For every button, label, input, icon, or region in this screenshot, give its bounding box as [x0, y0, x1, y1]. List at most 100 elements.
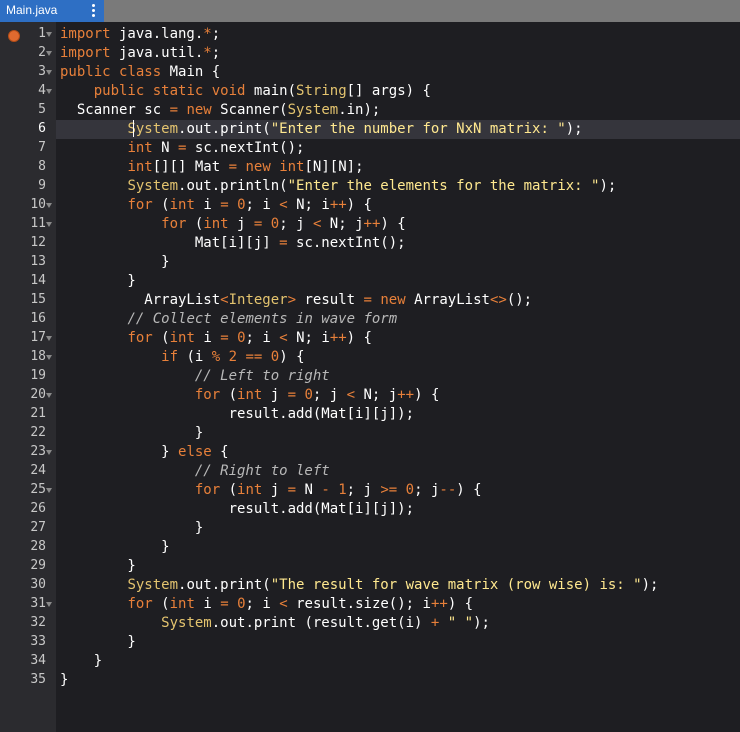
- fold-arrow-icon[interactable]: [46, 203, 52, 208]
- gutter-line[interactable]: 15: [0, 291, 56, 310]
- code-line[interactable]: }: [56, 519, 740, 538]
- gutter-line[interactable]: 23: [0, 443, 56, 462]
- gutter-line[interactable]: 26: [0, 500, 56, 519]
- fold-arrow-icon[interactable]: [46, 32, 52, 37]
- gutter-line[interactable]: 32: [0, 614, 56, 633]
- code-line[interactable]: System.out.print("The result for wave ma…: [56, 576, 740, 595]
- code-line[interactable]: } else {: [56, 443, 740, 462]
- gutter-line[interactable]: 28: [0, 538, 56, 557]
- code-line[interactable]: for (int j = N - 1; j >= 0; j--) {: [56, 481, 740, 500]
- gutter-line[interactable]: 6: [0, 120, 56, 139]
- code-line[interactable]: System.out.println("Enter the elements f…: [56, 177, 740, 196]
- fold-arrow-icon[interactable]: [46, 450, 52, 455]
- gutter-line[interactable]: 17: [0, 329, 56, 348]
- code-line[interactable]: }: [56, 538, 740, 557]
- gutter-line[interactable]: 30: [0, 576, 56, 595]
- code-line[interactable]: }: [56, 272, 740, 291]
- code-line[interactable]: if (i % 2 == 0) {: [56, 348, 740, 367]
- line-number: 6: [38, 121, 46, 136]
- gutter-line[interactable]: 29: [0, 557, 56, 576]
- gutter-line[interactable]: 3: [0, 63, 56, 82]
- line-number: 4: [38, 83, 46, 98]
- gutter-line[interactable]: 35: [0, 671, 56, 690]
- code-line[interactable]: ArrayList<Integer> result = new ArrayLis…: [56, 291, 740, 310]
- code-line[interactable]: public class Main {: [56, 63, 740, 82]
- code-line[interactable]: int[][] Mat = new int[N][N];: [56, 158, 740, 177]
- code-line[interactable]: for (int i = 0; i < result.size(); i++) …: [56, 595, 740, 614]
- code-line[interactable]: result.add(Mat[i][j]);: [56, 500, 740, 519]
- gutter-line[interactable]: 33: [0, 633, 56, 652]
- tab-label: Main.java: [6, 3, 58, 17]
- line-number: 33: [30, 634, 46, 649]
- gutter-line[interactable]: 34: [0, 652, 56, 671]
- code-line[interactable]: for (int j = 0; j < N; j++) {: [56, 386, 740, 405]
- gutter-line[interactable]: 7: [0, 139, 56, 158]
- gutter-line[interactable]: 16: [0, 310, 56, 329]
- code-line[interactable]: for (int i = 0; i < N; i++) {: [56, 329, 740, 348]
- gutter-line[interactable]: 25: [0, 481, 56, 500]
- gutter-line[interactable]: 21: [0, 405, 56, 424]
- code-line[interactable]: System.out.print (result.get(i) + " ");: [56, 614, 740, 633]
- code-line[interactable]: }: [56, 633, 740, 652]
- code-line[interactable]: }: [56, 652, 740, 671]
- code-line[interactable]: }: [56, 671, 740, 690]
- code-line[interactable]: }: [56, 557, 740, 576]
- tab-main-java[interactable]: Main.java: [0, 0, 104, 22]
- gutter-line[interactable]: 8: [0, 158, 56, 177]
- code-line[interactable]: for (int j = 0; j < N; j++) {: [56, 215, 740, 234]
- gutter-line[interactable]: 13: [0, 253, 56, 272]
- code-line[interactable]: import java.util.*;: [56, 44, 740, 63]
- line-number: 23: [30, 444, 46, 459]
- fold-arrow-icon[interactable]: [46, 222, 52, 227]
- gutter-line[interactable]: 11: [0, 215, 56, 234]
- gutter-line[interactable]: 20: [0, 386, 56, 405]
- code-line[interactable]: Scanner sc = new Scanner(System.in);: [56, 101, 740, 120]
- line-number: 32: [30, 615, 46, 630]
- code-line[interactable]: }: [56, 253, 740, 272]
- gutter-line[interactable]: 31: [0, 595, 56, 614]
- code-line[interactable]: // Right to left: [56, 462, 740, 481]
- gutter-line[interactable]: 9: [0, 177, 56, 196]
- line-number: 22: [30, 425, 46, 440]
- code-line[interactable]: int N = sc.nextInt();: [56, 139, 740, 158]
- fold-arrow-icon[interactable]: [46, 393, 52, 398]
- error-dot-icon[interactable]: [8, 30, 20, 42]
- gutter-line[interactable]: 14: [0, 272, 56, 291]
- code-editor[interactable]: import java.lang.*; import java.util.*; pu…: [56, 22, 740, 732]
- gutter-line[interactable]: 10: [0, 196, 56, 215]
- code-line[interactable]: import java.lang.*;: [56, 25, 740, 44]
- gutter-line[interactable]: 22: [0, 424, 56, 443]
- line-number: 17: [30, 330, 46, 345]
- code-line[interactable]: // Collect elements in wave form: [56, 310, 740, 329]
- code-line[interactable]: Mat[i][j] = sc.nextInt();: [56, 234, 740, 253]
- code-line[interactable]: System.out.print("Enter the number for N…: [56, 120, 740, 139]
- gutter-line[interactable]: 2: [0, 44, 56, 63]
- fold-arrow-icon[interactable]: [46, 355, 52, 360]
- gutter-line[interactable]: 19: [0, 367, 56, 386]
- fold-arrow-icon[interactable]: [46, 51, 52, 56]
- fold-arrow-icon[interactable]: [46, 336, 52, 341]
- gutter-line[interactable]: 5: [0, 101, 56, 120]
- code-line[interactable]: public static void main(String[] args) {: [56, 82, 740, 101]
- gutter-line[interactable]: 18: [0, 348, 56, 367]
- fold-arrow-icon[interactable]: [46, 488, 52, 493]
- gutter-line[interactable]: 1: [0, 25, 56, 44]
- code-line[interactable]: // Left to right: [56, 367, 740, 386]
- code-line[interactable]: result.add(Mat[i][j]);: [56, 405, 740, 424]
- line-number: 30: [30, 577, 46, 592]
- vertical-ellipsis-icon[interactable]: [88, 2, 98, 20]
- gutter-line[interactable]: 12: [0, 234, 56, 253]
- fold-arrow-icon[interactable]: [46, 70, 52, 75]
- line-number: 19: [30, 368, 46, 383]
- code-line[interactable]: for (int i = 0; i < N; i++) {: [56, 196, 740, 215]
- line-number: 2: [38, 45, 46, 60]
- line-number: 5: [38, 102, 46, 117]
- gutter-line[interactable]: 4: [0, 82, 56, 101]
- fold-arrow-icon[interactable]: [46, 602, 52, 607]
- line-number: 7: [38, 140, 46, 155]
- line-number: 8: [38, 159, 46, 174]
- gutter-line[interactable]: 24: [0, 462, 56, 481]
- gutter-line[interactable]: 27: [0, 519, 56, 538]
- code-line[interactable]: }: [56, 424, 740, 443]
- fold-arrow-icon[interactable]: [46, 89, 52, 94]
